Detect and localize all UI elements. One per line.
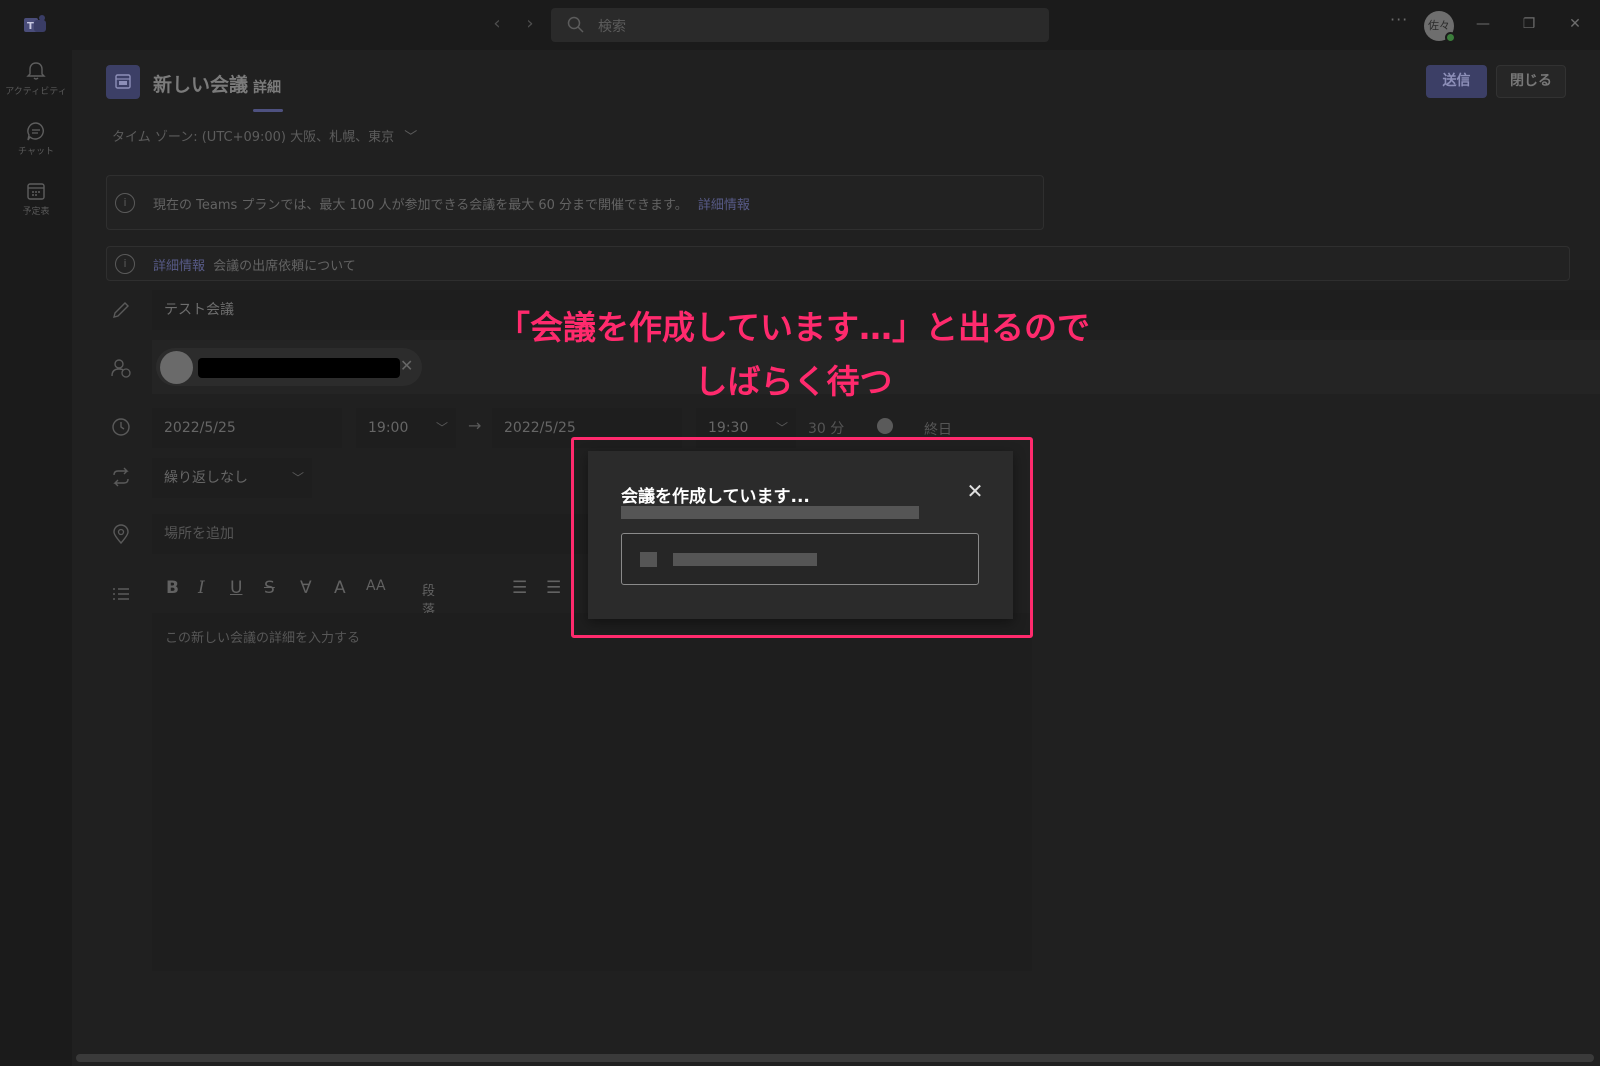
location-pin-icon xyxy=(113,524,129,545)
highlight-icon[interactable]: ∀ xyxy=(300,578,312,598)
font-color-icon[interactable]: A xyxy=(334,578,346,598)
attendance-info-banner: i 詳細情報 会議の出席依頼について xyxy=(106,246,1570,281)
list-details-icon xyxy=(113,588,129,600)
all-day-label: 終日 xyxy=(924,422,952,438)
annotation-line-1: 「会議を作成しています…」と出るので xyxy=(496,308,1090,347)
minimize-icon[interactable]: — xyxy=(1473,14,1493,34)
timezone-label: タイム ゾーン: (UTC+09:00) 大阪、札幌、東京 xyxy=(112,130,395,145)
details-editor[interactable]: この新しい会議の詳細を入力する xyxy=(152,613,1032,971)
send-button[interactable]: 送信 xyxy=(1426,65,1487,98)
underline-icon[interactable]: U xyxy=(230,578,242,598)
info-icon: i xyxy=(115,254,135,274)
rail-item-label: アクティビティ xyxy=(5,87,67,97)
plan-info-text: 現在の Teams プランでは、最大 100 人が参加できる会議を最大 60 分… xyxy=(153,194,750,213)
attendance-info-link[interactable]: 詳細情報 xyxy=(153,259,205,274)
page-title: 新しい会議 xyxy=(153,74,249,96)
forward-arrow-icon[interactable]: › xyxy=(518,12,542,36)
teams-logo-icon[interactable]: T xyxy=(22,14,48,36)
repeat-value: 繰り返しなし xyxy=(164,470,248,486)
italic-icon[interactable]: I xyxy=(198,578,205,598)
start-date-picker[interactable]: 2022/5/25 xyxy=(152,408,342,448)
user-avatar[interactable]: 佐々 xyxy=(1424,11,1456,43)
arrow-right-icon: → xyxy=(468,416,482,435)
chevron-down-icon: ﹀ xyxy=(291,471,304,485)
search-placeholder: 検索 xyxy=(598,19,626,35)
start-time-dropdown[interactable]: 19:00 ﹀ xyxy=(356,408,456,448)
duration-label: 30 分 xyxy=(808,421,845,437)
rail-item-activity[interactable]: アクティビティ xyxy=(0,56,72,112)
font-size-icon[interactable]: AA xyxy=(366,578,386,594)
plan-info-message: 現在の Teams プランでは、最大 100 人が参加できる会議を最大 60 分… xyxy=(153,198,688,213)
plan-info-banner: i 現在の Teams プランでは、最大 100 人が参加できる会議を最大 60… xyxy=(106,175,1044,230)
add-attendee-icon xyxy=(111,359,131,378)
end-time-value: 19:30 xyxy=(708,420,749,436)
svg-text:T: T xyxy=(27,21,34,32)
rail-item-calendar[interactable]: 予定表 xyxy=(0,176,72,232)
outdent-icon[interactable]: ☰ xyxy=(512,578,527,598)
calendar-badge-icon xyxy=(106,65,140,99)
redacted-name xyxy=(198,358,400,378)
search-input[interactable]: 検索 xyxy=(551,8,1049,42)
bold-icon[interactable]: B xyxy=(166,578,179,598)
rail-item-chat[interactable]: チャット xyxy=(0,116,72,172)
close-button[interactable]: 閉じる xyxy=(1496,65,1566,98)
chevron-down-icon: ﹀ xyxy=(404,130,418,145)
annotation-highlight-box xyxy=(571,437,1033,638)
restore-icon[interactable]: ❐ xyxy=(1519,14,1539,34)
annotation-line-2: しばらく待つ xyxy=(694,362,893,401)
attendee-chip[interactable]: ✕ xyxy=(156,348,422,386)
horizontal-scrollbar[interactable] xyxy=(76,1054,1594,1062)
chevron-down-icon: ﹀ xyxy=(435,421,448,435)
remove-attendee-icon[interactable]: ✕ xyxy=(400,356,413,375)
plan-info-link[interactable]: 詳細情報 xyxy=(698,198,750,213)
chat-icon xyxy=(27,122,44,141)
rail-item-label: 予定表 xyxy=(22,207,50,217)
title-bar: T ‹ › 検索 ··· 佐々 — ❐ ✕ xyxy=(0,0,1600,50)
more-options-icon[interactable]: ··· xyxy=(1390,10,1408,29)
calendar-icon xyxy=(27,183,45,200)
avatar-placeholder-icon xyxy=(160,351,193,384)
strikethrough-icon[interactable]: S xyxy=(264,578,275,598)
avatar-initials: 佐々 xyxy=(1428,19,1450,32)
tab-details[interactable]: 詳細 xyxy=(253,77,281,97)
pencil-icon xyxy=(113,302,129,318)
close-window-icon[interactable]: ✕ xyxy=(1565,14,1585,34)
clock-icon xyxy=(112,418,130,436)
attendance-info-text: 詳細情報 会議の出席依頼について xyxy=(153,255,356,274)
search-icon xyxy=(567,16,584,33)
start-time-value: 19:00 xyxy=(368,420,409,436)
app-rail: アクティビティ チャット 予定表 xyxy=(0,50,72,1066)
bell-icon xyxy=(26,62,46,80)
repeat-icon xyxy=(113,467,129,487)
attendance-info-message: 会議の出席依頼について xyxy=(213,259,356,274)
annotation-text: 「会議を作成しています…」と出るので しばらく待つ xyxy=(441,301,1146,409)
timezone-dropdown[interactable]: タイム ゾーン: (UTC+09:00) 大阪、札幌、東京 ﹀ xyxy=(112,126,417,145)
presence-available-icon xyxy=(1445,32,1456,43)
tab-active-indicator xyxy=(253,109,283,112)
info-icon: i xyxy=(115,193,135,213)
back-arrow-icon[interactable]: ‹ xyxy=(485,12,509,36)
indent-icon[interactable]: ☰ xyxy=(546,578,561,598)
all-day-toggle[interactable] xyxy=(877,418,893,434)
rail-item-label: チャット xyxy=(18,147,54,157)
repeat-dropdown[interactable]: 繰り返しなし ﹀ xyxy=(152,458,312,498)
editor-placeholder: この新しい会議の詳細を入力する xyxy=(165,631,361,646)
